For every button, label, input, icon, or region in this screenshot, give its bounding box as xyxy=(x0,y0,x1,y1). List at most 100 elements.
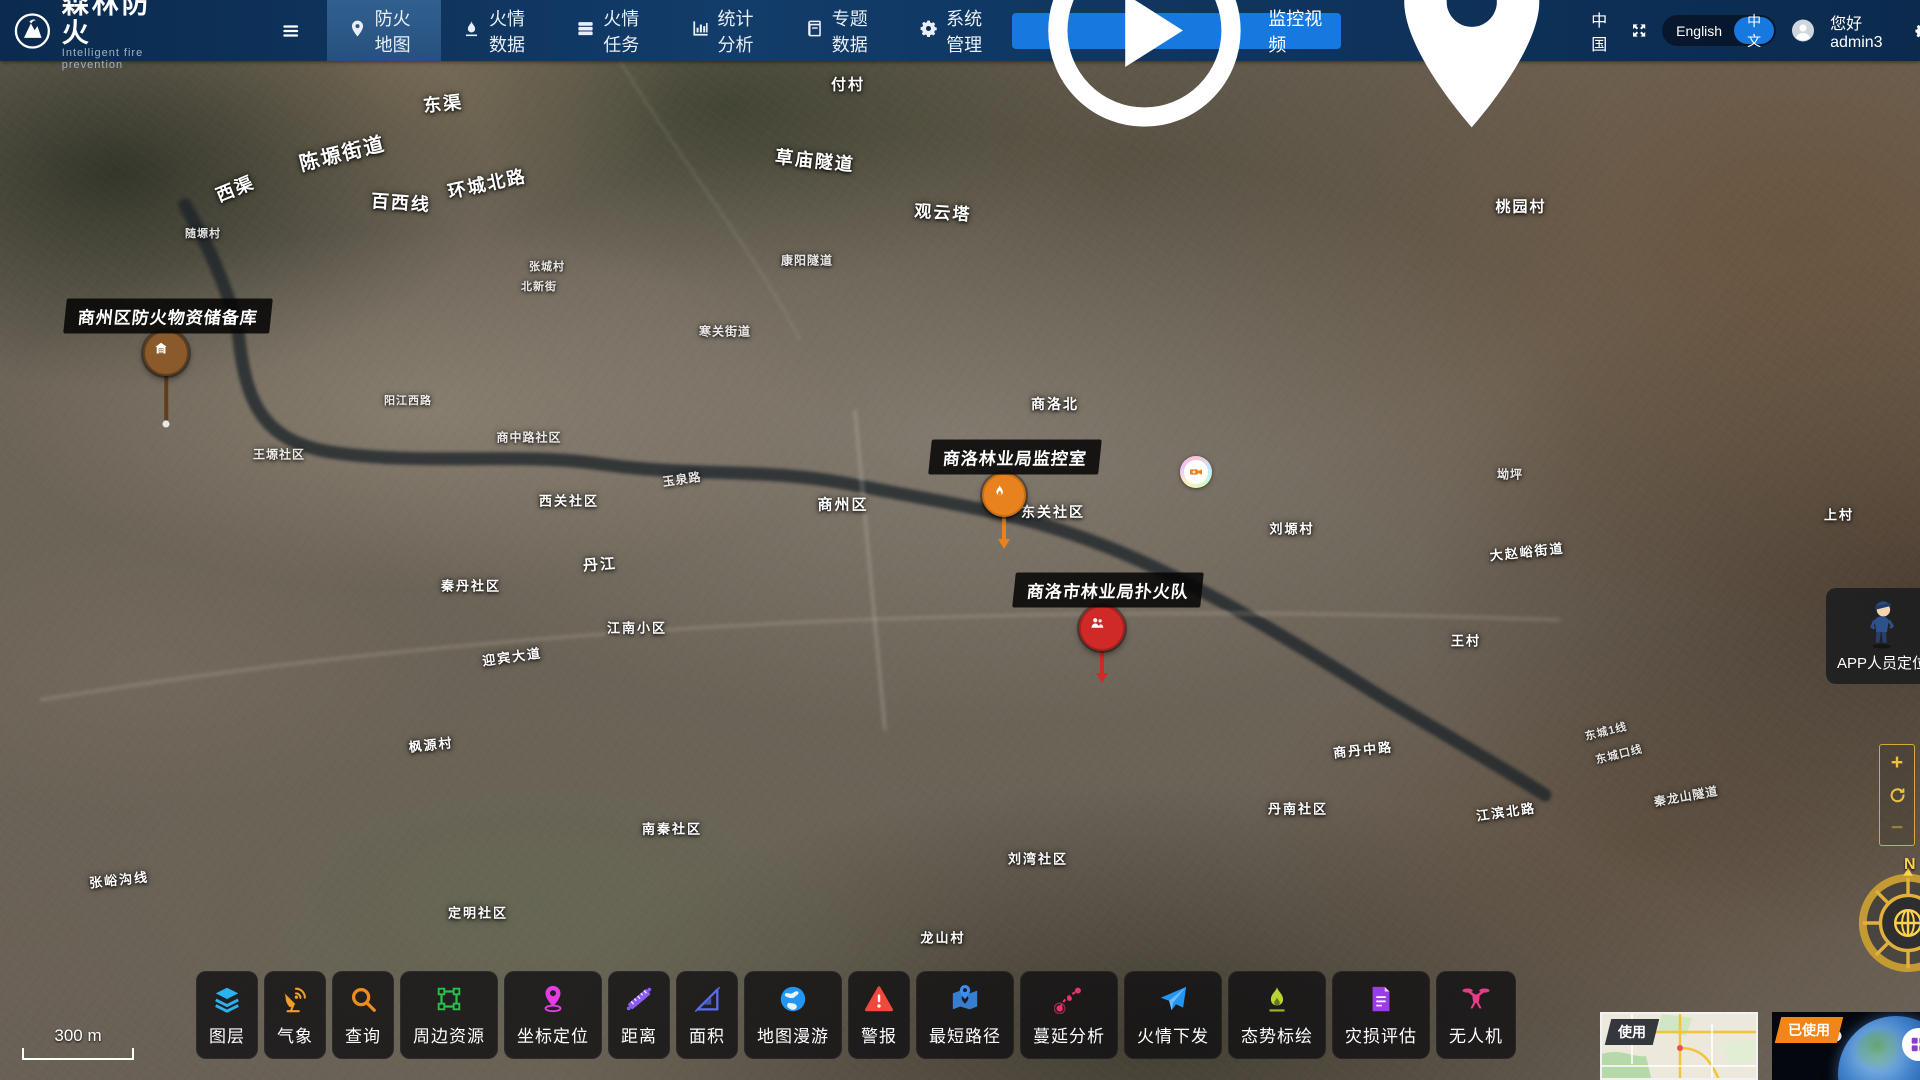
tool-地图漫游[interactable]: 地图漫游 xyxy=(744,971,842,1059)
place-label: 随塬村 xyxy=(185,225,221,241)
place-label: 百西线 xyxy=(370,187,432,217)
place-label: 东关社区 xyxy=(1021,502,1085,522)
settings-gear-icon[interactable] xyxy=(1914,20,1920,42)
tool-label: 周边资源 xyxy=(413,1022,485,1047)
grid-icon xyxy=(1910,1036,1920,1053)
tool-label: 火情下发 xyxy=(1137,1022,1209,1047)
tool-火情下发[interactable]: 火情下发 xyxy=(1124,971,1222,1059)
app-personnel-locator-button[interactable]: APP人员定位 xyxy=(1826,588,1920,684)
tool-label: 气象 xyxy=(277,1022,313,1047)
marker-label: 商州区防火物资储备库 xyxy=(63,299,273,334)
doc-icon xyxy=(1366,984,1396,1014)
tool-图层[interactable]: 图层 xyxy=(196,971,258,1059)
tool-label: 地图漫游 xyxy=(757,1022,829,1047)
satellite-map[interactable]: 东渠付村陈塬街道草庙隧道环城北路西渠百西线观云塔桃园村随塬村康阳隧道张城村北新街… xyxy=(0,0,1920,1080)
map-toolbar: 图层气象查询周边资源坐标定位距离 面积 地图漫游 警报最短路径蔓延分析火情下发 态势标绘… xyxy=(196,971,1516,1059)
compass[interactable]: N xyxy=(1851,862,1920,980)
earth-view-preview[interactable]: 已使用 xyxy=(1772,1012,1920,1080)
tool-查询[interactable]: 查询 xyxy=(332,971,394,1059)
nav-item-火情数据[interactable]: 火情数据 xyxy=(441,0,555,61)
tool-距离[interactable]: 距离 xyxy=(608,971,670,1059)
map-mode-tag: 使用 xyxy=(1605,1019,1659,1045)
lang-english[interactable]: English xyxy=(1664,23,1734,39)
nav-item-防火地图[interactable]: 防火地图 xyxy=(327,0,441,61)
nav-item-专题数据[interactable]: 专题数据 xyxy=(784,0,898,61)
zoom-in-button[interactable]: + xyxy=(1891,752,1903,773)
lang-chinese[interactable]: 中文 xyxy=(1734,17,1774,44)
poi-marker[interactable] xyxy=(143,330,189,376)
poi-marker[interactable] xyxy=(1079,605,1125,651)
tool-周边资源[interactable]: 周边资源 xyxy=(400,971,498,1059)
send-icon xyxy=(1158,984,1188,1014)
tool-label: 态势标绘 xyxy=(1241,1022,1313,1047)
reset-view-icon[interactable] xyxy=(1889,786,1906,803)
nav-item-火情任务[interactable]: 火情任务 xyxy=(555,0,669,61)
polygon-icon xyxy=(434,984,464,1014)
nav-item-label: 防火地图 xyxy=(375,5,420,57)
nav-item-label: 火情任务 xyxy=(603,5,648,57)
place-label: 龙山村 xyxy=(920,928,965,947)
chart-icon xyxy=(691,19,710,43)
search-icon xyxy=(348,984,378,1014)
tool-最短路径[interactable]: 最短路径 xyxy=(916,971,1014,1059)
camera-glyph xyxy=(1184,460,1208,484)
menu-icon[interactable] xyxy=(281,19,300,43)
map-controls: + − xyxy=(1879,744,1915,846)
tool-label: 警报 xyxy=(861,1022,897,1047)
road-path xyxy=(855,410,885,730)
warehouse-glyph xyxy=(153,340,179,366)
place-label: 王村 xyxy=(1451,631,1481,650)
tool-警报[interactable]: 警报 xyxy=(848,971,910,1059)
nav-item-label: 统计分析 xyxy=(718,5,763,57)
place-label: 刘塬村 xyxy=(1269,519,1314,538)
tool-无人机[interactable]: 无人机 xyxy=(1436,971,1516,1059)
country-selector[interactable]: 中国 xyxy=(1356,0,1616,146)
tool-面积[interactable]: 面积 xyxy=(676,971,738,1059)
route-icon xyxy=(950,984,980,1014)
place-label: 商中路社区 xyxy=(496,429,561,446)
settings-icon xyxy=(919,19,938,43)
avatar[interactable] xyxy=(1791,15,1815,46)
forest-fire-logo-icon xyxy=(14,8,51,54)
place-label: 北新街 xyxy=(521,278,557,294)
place-label: 观云塔 xyxy=(914,197,973,226)
street-map-preview[interactable]: 使用 xyxy=(1600,1012,1758,1080)
map-pin-icon xyxy=(348,19,367,43)
place-label: 南秦社区 xyxy=(642,819,702,838)
marker-arrowhead xyxy=(1096,673,1108,683)
camera-marker[interactable] xyxy=(1180,456,1212,488)
place-label: 西关社区 xyxy=(539,491,599,510)
place-label: 付村 xyxy=(831,74,865,95)
place-label: 刘湾社区 xyxy=(1008,849,1068,868)
tool-label: 面积 xyxy=(689,1022,725,1047)
tool-蔓延分析[interactable]: 蔓延分析 xyxy=(1020,971,1118,1059)
fullscreen-icon[interactable] xyxy=(1631,20,1647,41)
tool-label: 灾损评估 xyxy=(1345,1022,1417,1047)
poi-marker[interactable] xyxy=(982,473,1026,517)
place-label: 丹南社区 xyxy=(1268,799,1328,818)
place-label: 东渠 xyxy=(422,88,464,118)
place-label: 桃园村 xyxy=(1495,196,1546,217)
road-path xyxy=(40,613,1560,700)
layers-icon xyxy=(212,984,242,1014)
nav-item-label: 火情数据 xyxy=(489,5,534,57)
tool-态势标绘[interactable]: 态势标绘 xyxy=(1228,971,1326,1059)
tool-坐标定位[interactable]: 坐标定位 xyxy=(504,971,602,1059)
tool-label: 无人机 xyxy=(1449,1022,1503,1047)
marker-label: 商洛林业局监控室 xyxy=(928,440,1102,475)
monitor-video-button[interactable]: 监控视频 xyxy=(1012,13,1340,49)
nav-item-统计分析[interactable]: 统计分析 xyxy=(670,0,784,61)
tool-灾损评估[interactable]: 灾损评估 xyxy=(1332,971,1430,1059)
zoom-out-button[interactable]: − xyxy=(1891,817,1903,838)
spread-icon xyxy=(1054,984,1084,1014)
marker-stem xyxy=(164,370,168,420)
marker-label: 商洛市林业局扑火队 xyxy=(1012,573,1204,608)
marker-arrowhead xyxy=(998,539,1010,549)
tool-label: 距离 xyxy=(621,1022,657,1047)
place-label: 王塬社区 xyxy=(253,446,305,463)
language-toggle[interactable]: English 中文 xyxy=(1662,15,1776,46)
ranger-person-icon xyxy=(1862,599,1901,649)
tool-气象[interactable]: 气象 xyxy=(264,971,326,1059)
task-icon xyxy=(576,19,595,43)
nav-item-系统管理[interactable]: 系统管理 xyxy=(898,0,1012,61)
